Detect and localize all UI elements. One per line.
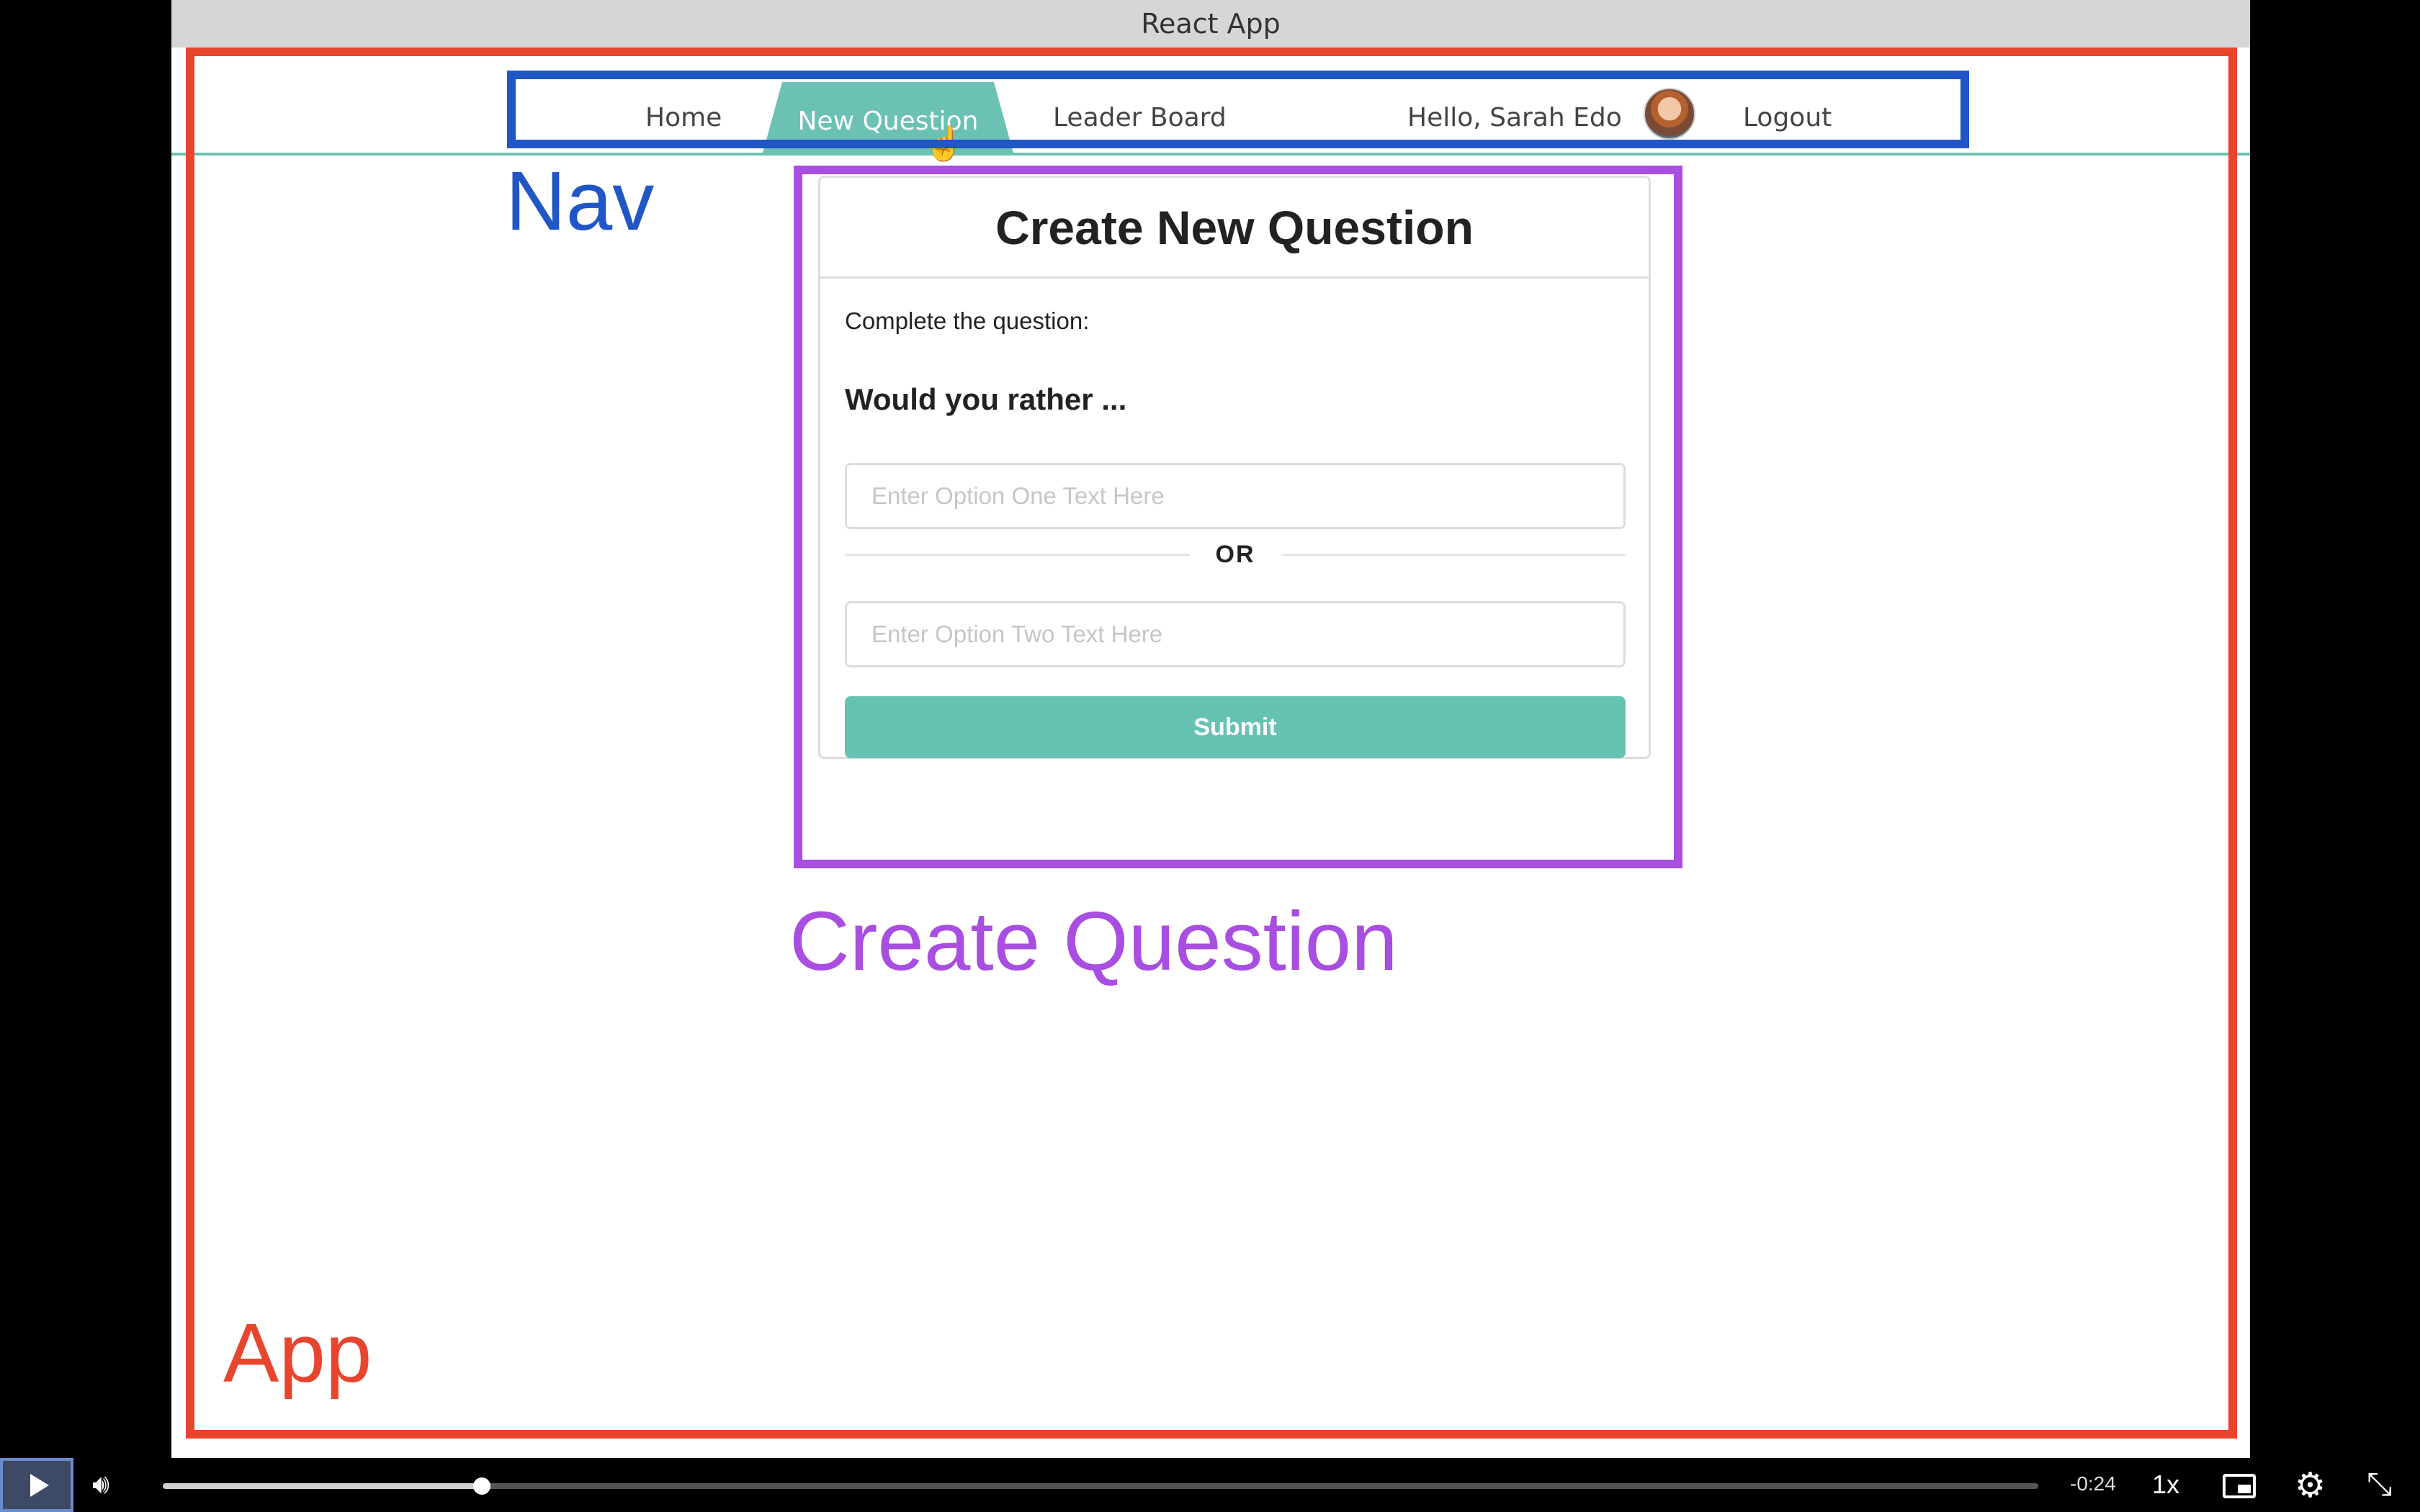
- or-text: OR: [1215, 540, 1255, 568]
- option-one-input[interactable]: [845, 463, 1626, 529]
- option-two-input[interactable]: [845, 601, 1626, 667]
- progress-handle[interactable]: [472, 1477, 490, 1495]
- play-button[interactable]: [0, 1458, 73, 1512]
- exit-fullscreen-icon[interactable]: ⤡: [2367, 1467, 2392, 1503]
- volume-icon[interactable]: 🔊︎: [92, 1470, 124, 1501]
- pointer-cursor-icon: ☝: [923, 125, 965, 162]
- video-controls: 🔊︎ -0:24 1x ⚙ ⤡: [0, 1458, 2420, 1512]
- gear-icon[interactable]: ⚙: [2295, 1465, 2326, 1506]
- nav-underline: [171, 153, 2250, 156]
- nav-logout-link[interactable]: Logout: [1743, 92, 1832, 143]
- instruction-text: Complete the question:: [845, 307, 1090, 334]
- play-icon: [30, 1473, 49, 1497]
- create-question-card: Create New Question Complete the questio…: [818, 176, 1651, 759]
- progress-fill: [163, 1483, 482, 1489]
- create-question-annotation-label: Create Question: [789, 894, 1398, 988]
- or-divider: OR: [845, 529, 1626, 580]
- app-layer: Home New Question Leader Board Hello, Sa…: [0, 0, 2420, 1458]
- user-avatar: [1644, 88, 1695, 140]
- nav-new-question-tab[interactable]: New Question: [762, 82, 1014, 156]
- question-prompt: Would you rather ...: [845, 382, 1127, 416]
- divider-line-right: [1281, 553, 1626, 556]
- submit-button[interactable]: Submit: [845, 696, 1626, 758]
- nav-leader-board-link[interactable]: Leader Board: [1053, 92, 1227, 143]
- progress-bar[interactable]: [163, 1477, 2038, 1495]
- playback-speed-button[interactable]: 1x: [2152, 1470, 2179, 1500]
- nav-greeting: Hello, Sarah Edo: [1407, 102, 1622, 132]
- time-remaining: -0:24: [2070, 1472, 2116, 1495]
- picture-in-picture-icon[interactable]: [2223, 1474, 2256, 1498]
- card-title: Create New Question: [820, 178, 1649, 279]
- nav-annotation-label: Nav: [506, 154, 655, 248]
- divider-line-left: [845, 553, 1190, 556]
- app-annotation-label: App: [223, 1306, 372, 1400]
- nav-home-link[interactable]: Home: [645, 92, 722, 143]
